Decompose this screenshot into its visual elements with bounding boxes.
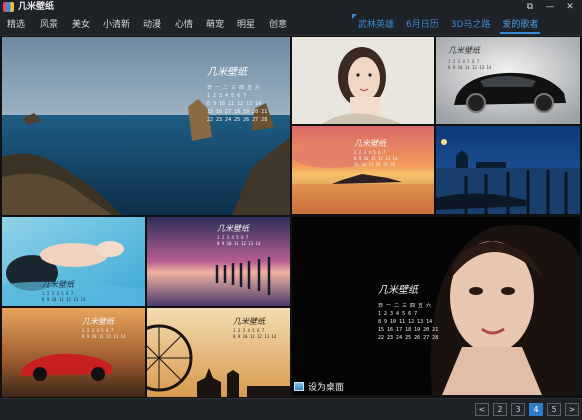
svg-text:15 16 17 18 19 20 21: 15 16 17 18 19 20 21 bbox=[207, 109, 267, 115]
nav-item-scenery[interactable]: 风景 bbox=[40, 18, 58, 32]
svg-text:8 9 10 11 12 13 14: 8 9 10 11 12 13 14 bbox=[378, 319, 432, 325]
tab-wulin-hero[interactable]: 武林英雄 bbox=[352, 14, 400, 36]
svg-text:1 2 3 4 5 6 7: 1 2 3 4 5 6 7 bbox=[448, 59, 480, 64]
svg-text:8 9 10 11 12 13 14: 8 9 10 11 12 13 14 bbox=[448, 65, 492, 70]
wallpaper-pier-sunset[interactable]: 几米壁纸 1 2 3 4 5 6 7 8 9 10 11 12 13 14 bbox=[147, 217, 290, 306]
wallpaper-black-supercar[interactable]: 几米壁纸 1 2 3 4 5 6 7 8 9 10 11 12 13 14 bbox=[436, 37, 580, 124]
wallpaper-grid: 几米壁纸 日 一 二 三 四 五 六 1 2 3 4 5 6 7 8 9 10 … bbox=[0, 36, 582, 398]
window-controls: ⧉ — ✕ bbox=[520, 0, 580, 14]
svg-text:15 16 17 18 19 20: 15 16 17 18 19 20 bbox=[354, 162, 396, 167]
svg-text:8 9 10 11 12 13 14: 8 9 10 11 12 13 14 bbox=[233, 334, 277, 339]
svg-text:22 23 24 25 26 27 28: 22 23 24 25 26 27 28 bbox=[207, 117, 267, 123]
footer-bar: < 2 3 4 5 > bbox=[0, 398, 582, 420]
svg-text:1 2 3 4 5 6 7: 1 2 3 4 5 6 7 bbox=[354, 150, 386, 155]
nav-item-beauty[interactable]: 美女 bbox=[72, 18, 90, 32]
svg-text:22 23 24 25 26 27 28: 22 23 24 25 26 27 28 bbox=[378, 335, 438, 341]
svg-text:1 2 3 4 5 6 7: 1 2 3 4 5 6 7 bbox=[82, 328, 114, 333]
nav-item-stars[interactable]: 明星 bbox=[237, 18, 255, 32]
page-button-4[interactable]: 4 bbox=[529, 403, 543, 416]
svg-text:几米壁纸: 几米壁纸 bbox=[217, 224, 250, 233]
wallpaper-ferris-wheel[interactable]: 几米壁纸 1 2 3 4 5 6 7 8 9 10 11 12 13 14 bbox=[147, 308, 290, 397]
nav-item-anime[interactable]: 动漫 bbox=[143, 18, 161, 32]
black-supercar-image: 几米壁纸 1 2 3 4 5 6 7 8 9 10 11 12 13 14 bbox=[436, 37, 580, 124]
red-car-image: 几米壁纸 1 2 3 4 5 6 7 8 9 10 11 12 13 14 bbox=[2, 308, 145, 397]
title-bar: 几米壁纸 ⧉ — ✕ bbox=[0, 0, 582, 14]
svg-text:1 2 3 4 5 6 7: 1 2 3 4 5 6 7 bbox=[207, 93, 246, 99]
svg-text:15 16 17 18 19 20 21: 15 16 17 18 19 20 21 bbox=[378, 327, 438, 333]
svg-text:几米壁纸: 几米壁纸 bbox=[207, 66, 249, 78]
svg-text:几米壁纸: 几米壁纸 bbox=[233, 317, 266, 326]
wallpaper-woman-portrait[interactable] bbox=[292, 37, 434, 124]
page-button-5[interactable]: 5 bbox=[547, 403, 561, 416]
app-logo-icon bbox=[3, 2, 14, 12]
sunset-island-image: 几米壁纸 1 2 3 4 5 6 7 8 9 10 11 12 13 14 15… bbox=[292, 126, 434, 214]
pool-woman-image: 几米壁纸 1 2 3 4 5 6 7 8 9 10 11 12 13 14 bbox=[2, 217, 145, 306]
svg-text:8 9 10 11 12 13 14: 8 9 10 11 12 13 14 bbox=[207, 101, 261, 107]
venice-gondolas-image bbox=[436, 126, 580, 214]
pier-sunset-image: 几米壁纸 1 2 3 4 5 6 7 8 9 10 11 12 13 14 bbox=[147, 217, 290, 306]
app-title: 几米壁纸 bbox=[18, 2, 55, 12]
minimize-icon[interactable]: — bbox=[540, 0, 560, 14]
pagination: < 2 3 4 5 > bbox=[471, 403, 579, 416]
svg-text:8 9 10 11 12 13 14: 8 9 10 11 12 13 14 bbox=[354, 156, 398, 161]
wallpaper-pool-woman[interactable]: 几米壁纸 1 2 3 4 5 6 7 8 9 10 11 12 13 14 bbox=[2, 217, 145, 306]
next-page-button[interactable]: > bbox=[565, 403, 579, 416]
skin-icon[interactable]: ⧉ bbox=[520, 0, 540, 14]
svg-text:1 2 3 4 5 6 7: 1 2 3 4 5 6 7 bbox=[42, 291, 74, 296]
star-portrait-image: 几米壁纸 日 一 二 三 四 五 六 1 2 3 4 5 6 7 8 9 10 … bbox=[292, 217, 580, 395]
tab-3d-horse-road[interactable]: 3D马之路 bbox=[445, 14, 497, 36]
coastal-rocks-image: 几米壁纸 日 一 二 三 四 五 六 1 2 3 4 5 6 7 8 9 10 … bbox=[2, 37, 290, 215]
ferris-wheel-image: 几米壁纸 1 2 3 4 5 6 7 8 9 10 11 12 13 14 bbox=[147, 308, 290, 397]
topic-tabs: 武林英雄 6月日历 3D马之路 爱的歌者 bbox=[352, 14, 544, 36]
page-button-2[interactable]: 2 bbox=[493, 403, 507, 416]
wallpaper-sunset-island[interactable]: 几米壁纸 1 2 3 4 5 6 7 8 9 10 11 12 13 14 15… bbox=[292, 126, 434, 214]
svg-text:日 一 二 三 四 五 六: 日 一 二 三 四 五 六 bbox=[207, 84, 260, 91]
nav-item-pets[interactable]: 萌宠 bbox=[206, 18, 224, 32]
tab-love-singer[interactable]: 爱的歌者 bbox=[496, 14, 544, 36]
prev-page-button[interactable]: < bbox=[475, 403, 489, 416]
tab-june-calendar[interactable]: 6月日历 bbox=[400, 14, 445, 36]
svg-text:8 9 10 11 12 13 14: 8 9 10 11 12 13 14 bbox=[217, 241, 261, 246]
set-desktop-label: 设为桌面 bbox=[308, 382, 345, 393]
svg-text:几米壁纸: 几米壁纸 bbox=[42, 280, 75, 289]
close-icon[interactable]: ✕ bbox=[560, 0, 580, 14]
svg-text:8 9 10 11 12 13 14: 8 9 10 11 12 13 14 bbox=[42, 297, 86, 302]
wallpaper-red-car[interactable]: 几米壁纸 1 2 3 4 5 6 7 8 9 10 11 12 13 14 bbox=[2, 308, 145, 397]
page-button-3[interactable]: 3 bbox=[511, 403, 525, 416]
svg-text:几米壁纸: 几米壁纸 bbox=[448, 46, 481, 55]
wallpaper-star-portrait[interactable]: 几米壁纸 日 一 二 三 四 五 六 1 2 3 4 5 6 7 8 9 10 … bbox=[292, 217, 580, 395]
svg-text:1 2 3 4 5 6 7: 1 2 3 4 5 6 7 bbox=[217, 235, 249, 240]
svg-text:8 9 10 11 12 13 14: 8 9 10 11 12 13 14 bbox=[82, 334, 126, 339]
svg-text:几米壁纸: 几米壁纸 bbox=[82, 317, 115, 326]
svg-text:1 2 3 4 5 6 7: 1 2 3 4 5 6 7 bbox=[233, 328, 265, 333]
svg-text:几米壁纸: 几米壁纸 bbox=[354, 139, 387, 148]
wallpaper-coastal-rocks[interactable]: 几米壁纸 日 一 二 三 四 五 六 1 2 3 4 5 6 7 8 9 10 … bbox=[2, 37, 290, 215]
svg-text:日 一 二 三 四 五 六: 日 一 二 三 四 五 六 bbox=[378, 302, 431, 309]
nav-item-featured[interactable]: 精选 bbox=[7, 18, 25, 32]
svg-text:1 2 3 4 5 6 7: 1 2 3 4 5 6 7 bbox=[378, 311, 417, 317]
svg-text:几米壁纸: 几米壁纸 bbox=[378, 284, 420, 296]
desktop-icon bbox=[294, 381, 304, 391]
set-desktop-button[interactable]: 设为桌面 bbox=[294, 379, 344, 393]
nav-item-creative[interactable]: 创意 bbox=[269, 18, 287, 32]
nav-item-fresh[interactable]: 小清新 bbox=[103, 18, 130, 32]
nav-item-mood[interactable]: 心情 bbox=[175, 18, 193, 32]
woman-portrait-image bbox=[292, 37, 434, 124]
wallpaper-venice-gondolas[interactable] bbox=[436, 126, 580, 214]
